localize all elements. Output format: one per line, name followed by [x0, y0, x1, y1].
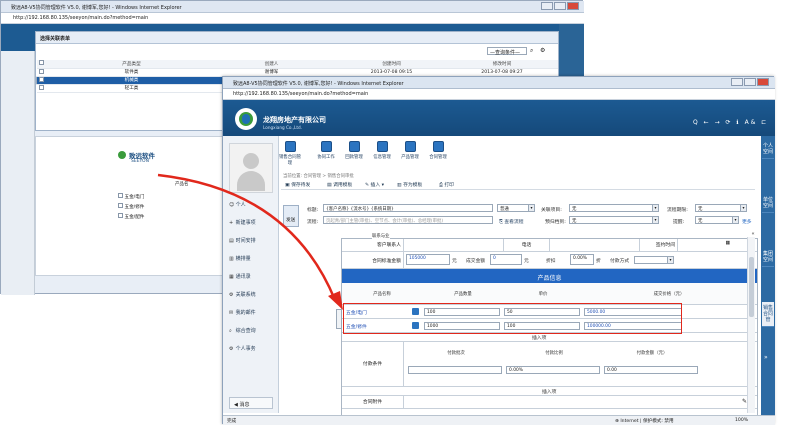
annotation-arrow — [157, 173, 343, 310]
